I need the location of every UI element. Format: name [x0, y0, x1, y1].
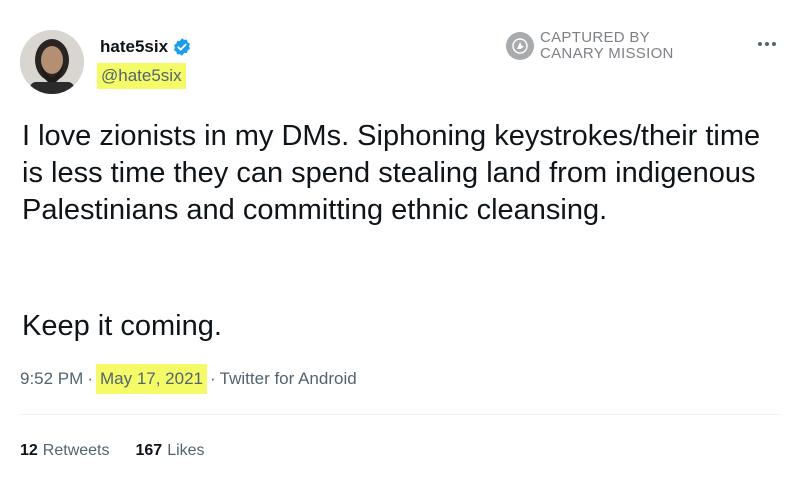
tweet-time[interactable]: 9:52 PM [20, 367, 83, 391]
tweet-text-closing: Keep it coming. [22, 310, 222, 342]
watermark-line-2: CANARY MISSION [540, 45, 674, 62]
author-display-name[interactable]: hate5six [100, 36, 168, 58]
verified-badge-icon [172, 37, 192, 57]
divider [20, 414, 780, 415]
meta-separator: · [210, 369, 216, 388]
watermark-line-1: CAPTURED BY [540, 29, 650, 46]
retweets-label: Retweets [42, 442, 110, 459]
tweet-date[interactable]: May 17, 2021 [95, 364, 207, 394]
meta-separator: · [87, 369, 93, 388]
avatar[interactable] [20, 30, 84, 94]
author-name-row[interactable]: hate5six [100, 36, 192, 58]
ellipsis-icon [758, 42, 762, 46]
author-handle[interactable]: @hate5six [97, 63, 186, 89]
tweet-source[interactable]: Twitter for Android [220, 367, 357, 391]
tweet-meta: 9:52 PM · May 17, 2021 · Twitter for And… [20, 364, 357, 394]
likes-stat[interactable]: 167 Likes [136, 440, 205, 462]
tweet-stats: 12 Retweets 167 Likes [20, 440, 205, 462]
watermark-text: CAPTURED BY CANARY MISSION [540, 30, 674, 62]
canary-bird-icon [506, 32, 534, 60]
ellipsis-icon [765, 42, 769, 46]
avatar-photo-icon [20, 30, 84, 94]
likes-label: Likes [167, 442, 205, 459]
more-options-button[interactable] [752, 34, 782, 54]
retweets-stat[interactable]: 12 Retweets [20, 440, 110, 462]
likes-count: 167 [135, 442, 163, 459]
ellipsis-icon [772, 42, 776, 46]
retweets-count: 12 [20, 442, 38, 459]
tweet-card: hate5six @hate5six CAPTURED BY CANARY MI… [0, 0, 800, 480]
tweet-text: I love zionists in my DMs. Siphoning key… [22, 120, 761, 226]
watermark: CAPTURED BY CANARY MISSION [506, 30, 674, 62]
